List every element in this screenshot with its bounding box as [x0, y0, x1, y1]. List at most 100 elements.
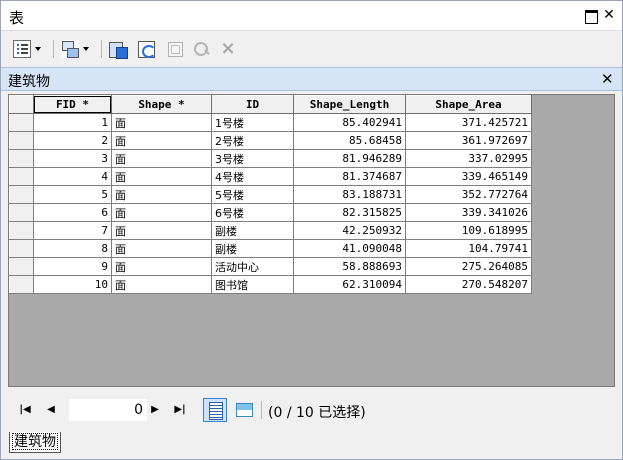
zoom-to-selected-button[interactable] [193, 39, 211, 59]
zoom-to-selected-icon [193, 40, 211, 58]
table-row[interactable]: 7 面副楼 42.250932 109.618995 [9, 221, 532, 240]
first-record-icon[interactable]: |◀ [18, 403, 32, 417]
clear-selection-button[interactable] [167, 39, 185, 59]
attribute-table-grid[interactable]: FID * Shape * ID Shape_Length Shape_Area… [8, 94, 615, 387]
cell-shape-area[interactable]: 371.425721 [405, 113, 532, 132]
cell-shape-length[interactable]: 81.374687 [293, 167, 406, 186]
row-selector[interactable] [9, 257, 34, 276]
table-row[interactable]: 1 面 1号楼 85.402941 371.425721 [9, 113, 532, 132]
column-header-shape-area[interactable]: Shape_Area [405, 95, 532, 114]
cell-shape-area[interactable]: 104.79741 [405, 239, 532, 258]
clear-selection-icon [167, 40, 185, 58]
row-selector[interactable] [9, 149, 34, 168]
table-row[interactable]: 10 面图书馆 62.310094 270.548207 [9, 275, 532, 294]
cell-shape-length[interactable]: 85.402941 [293, 113, 406, 132]
row-selector[interactable] [9, 167, 34, 186]
toolbar-separator [101, 40, 102, 58]
table-row[interactable]: 2 面 2号楼 85.68458 361.972697 [9, 131, 532, 150]
cell-fid[interactable]: 7 [33, 221, 112, 240]
select-all-cell[interactable] [9, 95, 34, 114]
cell-fid[interactable]: 8 [33, 239, 112, 258]
cell-shape[interactable]: 面 [111, 257, 212, 276]
cell-fid[interactable]: 3 [33, 149, 112, 168]
table-tab-title: 建筑物 [8, 74, 50, 90]
cell-fid[interactable]: 2 [33, 131, 112, 150]
row-selector[interactable] [9, 275, 34, 294]
cell-id[interactable]: 活动中心 [211, 257, 294, 276]
row-selector[interactable] [9, 185, 34, 204]
related-tables-button[interactable] [61, 39, 89, 59]
select-by-attributes-button[interactable] [109, 39, 128, 59]
cell-id[interactable]: 1号楼 [211, 113, 294, 132]
cell-shape-area[interactable]: 352.772764 [405, 185, 532, 204]
cell-shape-area[interactable]: 339.465149 [405, 167, 532, 186]
column-header-shape-length[interactable]: Shape_Length [293, 95, 406, 114]
maximize-icon[interactable] [583, 7, 599, 23]
bottom-tab-buildings[interactable]: 建筑物 [9, 432, 61, 453]
table-row[interactable]: 4 面 4号楼 81.374687 339.465149 [9, 167, 532, 186]
cell-shape[interactable]: 面 [111, 275, 212, 294]
cell-shape-area[interactable]: 270.548207 [405, 275, 532, 294]
close-window-icon[interactable]: ✕ [601, 7, 617, 23]
cell-id[interactable]: 副楼 [211, 239, 294, 258]
row-selector[interactable] [9, 131, 34, 150]
cell-id[interactable]: 4号楼 [211, 167, 294, 186]
row-selector[interactable] [9, 221, 34, 240]
cell-shape-area[interactable]: 337.02995 [405, 149, 532, 168]
delete-selected-button[interactable]: × [219, 39, 237, 59]
show-all-records-icon[interactable] [203, 398, 227, 422]
cell-shape[interactable]: 面 [111, 131, 212, 150]
cell-fid[interactable]: 6 [33, 203, 112, 222]
cell-shape-length[interactable]: 41.090048 [293, 239, 406, 258]
current-record-input[interactable]: 0 [68, 398, 148, 422]
cell-fid[interactable]: 1 [33, 113, 112, 132]
table-row[interactable]: 9 面活动中心 58.888693 275.264085 [9, 257, 532, 276]
cell-shape[interactable]: 面 [111, 167, 212, 186]
cell-shape[interactable]: 面 [111, 239, 212, 258]
row-selector[interactable] [9, 113, 34, 132]
cell-shape-length[interactable]: 58.888693 [293, 257, 406, 276]
previous-record-icon[interactable]: ◀ [44, 403, 58, 417]
cell-id[interactable]: 副楼 [211, 221, 294, 240]
cell-id[interactable]: 5号楼 [211, 185, 294, 204]
switch-selection-button[interactable] [138, 39, 156, 59]
cell-id[interactable]: 3号楼 [211, 149, 294, 168]
last-record-icon[interactable]: ▶| [173, 403, 187, 417]
cell-shape[interactable]: 面 [111, 203, 212, 222]
row-selector[interactable] [9, 203, 34, 222]
cell-shape-length[interactable]: 42.250932 [293, 221, 406, 240]
cell-shape[interactable]: 面 [111, 149, 212, 168]
show-selected-records-icon[interactable] [232, 398, 256, 422]
cell-id[interactable]: 图书馆 [211, 275, 294, 294]
cell-shape-area[interactable]: 339.341026 [405, 203, 532, 222]
cell-fid[interactable]: 10 [33, 275, 112, 294]
cell-shape-length[interactable]: 81.946289 [293, 149, 406, 168]
table-row[interactable]: 8 面副楼 41.090048 104.79741 [9, 239, 532, 258]
cell-shape-length[interactable]: 82.315825 [293, 203, 406, 222]
cell-shape[interactable]: 面 [111, 221, 212, 240]
close-tab-icon[interactable]: ✕ [601, 70, 614, 88]
cell-fid[interactable]: 9 [33, 257, 112, 276]
table-options-button[interactable] [13, 39, 41, 59]
next-record-icon[interactable]: ▶ [148, 403, 162, 417]
cell-shape[interactable]: 面 [111, 113, 212, 132]
cell-shape-area[interactable]: 275.264085 [405, 257, 532, 276]
cell-fid[interactable]: 5 [33, 185, 112, 204]
table-row[interactable]: 3 面 3号楼 81.946289 337.02995 [9, 149, 532, 168]
table-row[interactable]: 6 面 6号楼 82.315825 339.341026 [9, 203, 532, 222]
column-header-shape[interactable]: Shape * [111, 95, 212, 114]
cell-shape[interactable]: 面 [111, 185, 212, 204]
table-row[interactable]: 5 面 5号楼 83.188731 352.772764 [9, 185, 532, 204]
cell-shape-length[interactable]: 85.68458 [293, 131, 406, 150]
cell-shape-length[interactable]: 83.188731 [293, 185, 406, 204]
cell-id[interactable]: 2号楼 [211, 131, 294, 150]
cell-shape-area[interactable]: 109.618995 [405, 221, 532, 240]
row-selector[interactable] [9, 239, 34, 258]
cell-shape-length[interactable]: 62.310094 [293, 275, 406, 294]
cell-fid[interactable]: 4 [33, 167, 112, 186]
cell-shape-area[interactable]: 361.972697 [405, 131, 532, 150]
attribute-table: FID * Shape * ID Shape_Length Shape_Area… [9, 95, 532, 294]
cell-id[interactable]: 6号楼 [211, 203, 294, 222]
column-header-id[interactable]: ID [211, 95, 294, 114]
column-header-fid[interactable]: FID * [33, 95, 112, 114]
